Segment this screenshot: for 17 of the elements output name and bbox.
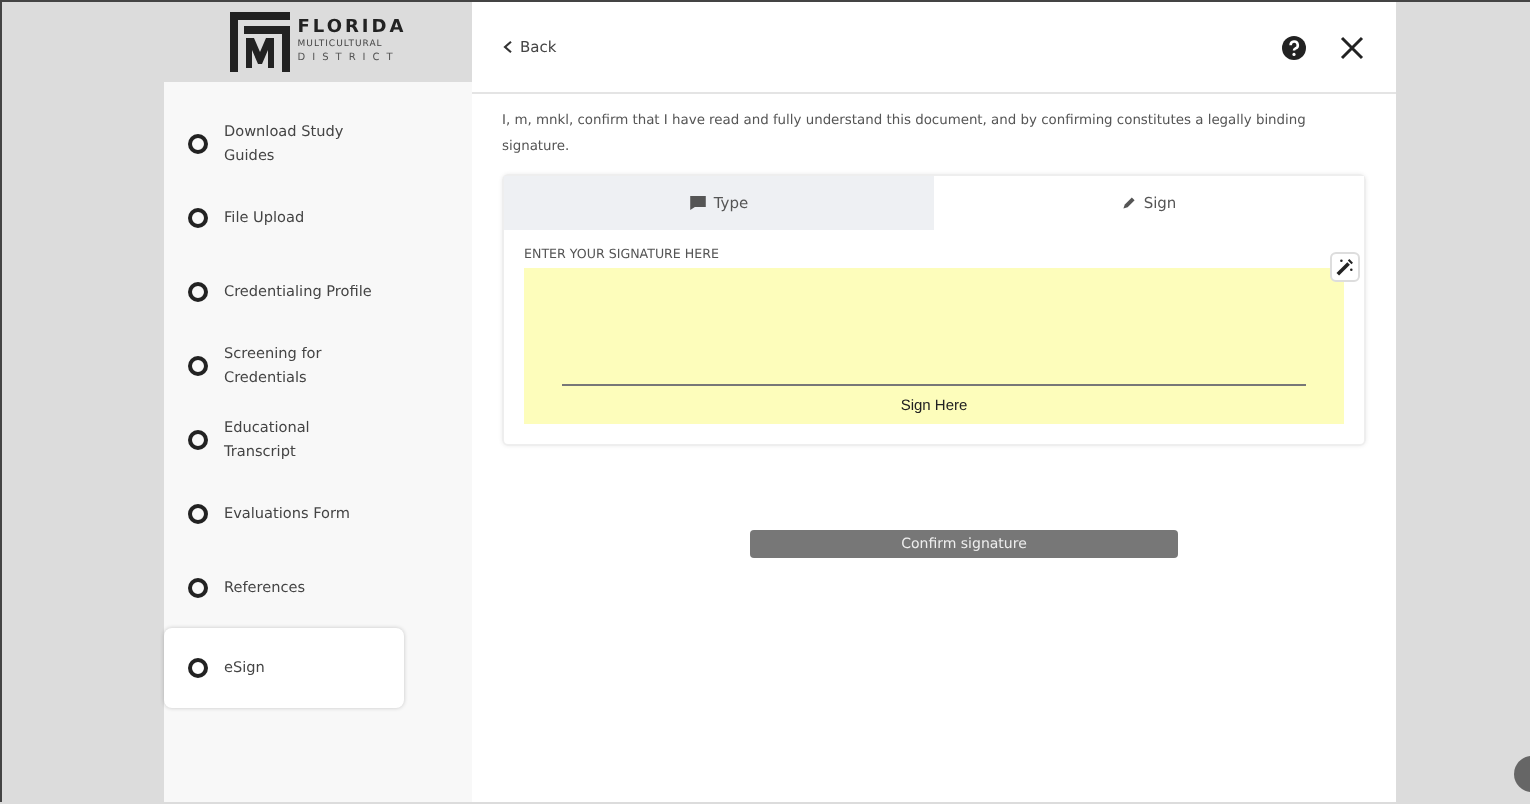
pencil-icon	[1121, 195, 1136, 210]
ring-icon	[188, 503, 208, 523]
ring-icon	[188, 133, 208, 153]
logo-icon	[229, 12, 290, 72]
pen-button[interactable]	[1330, 251, 1360, 282]
ring-icon	[188, 658, 208, 678]
wand-icon	[1336, 257, 1354, 276]
ring-icon	[188, 207, 208, 227]
ring-icon	[188, 355, 208, 375]
ring-icon	[188, 429, 208, 449]
close-icon[interactable]	[1340, 35, 1364, 59]
chat-icon	[689, 195, 706, 210]
ring-icon	[188, 281, 208, 301]
chevron-left-icon	[502, 40, 514, 54]
ring-icon	[188, 577, 208, 597]
logo-title: FLORIDA	[297, 19, 407, 39]
help-icon[interactable]	[1282, 35, 1306, 59]
